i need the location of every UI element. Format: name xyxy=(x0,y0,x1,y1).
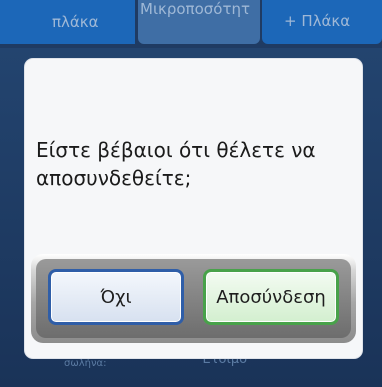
tab-plate-label: πλάκα xyxy=(52,13,99,31)
dialog-button-bar: Όχι Αποσύνδεση xyxy=(31,254,356,343)
no-button[interactable]: Όχι xyxy=(48,269,184,325)
tab-microvolume: Μικροποσότητ xyxy=(138,0,260,44)
disconnect-button[interactable]: Αποσύνδεση xyxy=(203,269,339,325)
background-tab-bar: πλάκα Μικροποσότητ + Πλάκα xyxy=(0,0,382,46)
tab-microvolume-label: Μικροποσότητ xyxy=(140,0,251,18)
logout-confirm-dialog: Είστε βέβαιοι ότι θέλετε να αποσυνδεθείτ… xyxy=(25,59,362,358)
tab-add-plate-label: + Πλάκα xyxy=(284,12,351,30)
dialog-message: Είστε βέβαιοι ότι θέλετε να αποσυνδεθείτ… xyxy=(36,138,316,190)
tab-add-plate: + Πλάκα xyxy=(262,0,382,44)
tab-plate: πλάκα xyxy=(0,0,135,44)
